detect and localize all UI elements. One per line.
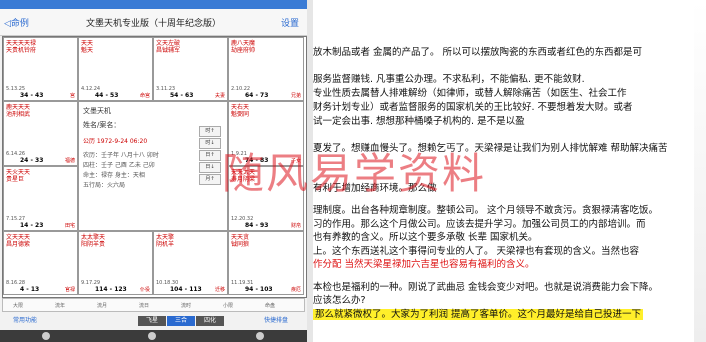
palace-range: 104 - 113 <box>170 286 202 293</box>
palace-name: 财帛 <box>290 223 301 229</box>
quick-chart-button[interactable]: 快捷排盘 <box>254 316 298 326</box>
doc-line: 试一定会出事. 想想那种桶嗓子机构的. 是不是以盈 <box>313 116 525 127</box>
palace-stars: 文天左破 昌钺辅军 <box>156 40 181 54</box>
palace-range: 64 - 73 <box>245 92 269 99</box>
scope-item[interactable]: 流时 <box>181 302 191 309</box>
palace-cell[interactable]: 鹿天天天 池刑相武 6.14.26 24 - 33 福德 <box>3 101 78 166</box>
palace-stars: 天天贪 钺同狼 <box>231 234 250 248</box>
app-title: 文墨天机专业版（十周年纪念版） <box>85 19 221 29</box>
palace-stars: 天右天 魁弼同 <box>231 104 250 118</box>
month-up-button[interactable]: 月↑ <box>199 174 221 185</box>
palace-name: 福德 <box>64 158 75 164</box>
tab-feixing[interactable]: 飞星 <box>138 316 166 326</box>
palace-stars: 天火天天 贵星巨 <box>6 169 31 183</box>
settings-button[interactable]: 设置 <box>281 16 299 29</box>
palace-name: 迁移 <box>214 287 225 293</box>
palace-cell[interactable]: 天天 魁天 4.12.24 44 - 53 命宫 <box>78 37 153 101</box>
palace-name: 官禄 <box>64 287 75 293</box>
palace-stars: 天天天天禄 天贵机铃府 <box>6 40 37 54</box>
palace-range: 44 - 53 <box>95 92 119 99</box>
palace-stars: 鹿八天魔 劫座府帅 <box>231 40 256 54</box>
palace-range: 94 - 103 <box>245 286 273 293</box>
scope-item[interactable]: 流月 <box>97 302 107 309</box>
palace-stars: 天天 魁天 <box>81 40 94 54</box>
palace-cell[interactable]: 鹿八天魔 劫座府帅 2.10.22 64 - 73 兄弟 <box>228 37 304 101</box>
doc-line: 应该怎么办? <box>313 295 366 306</box>
palace-name: 疾厄 <box>290 287 301 293</box>
scrollbar[interactable] <box>694 0 706 342</box>
doc-line: 习的作用。那么这个月做公司。应该去提升学习。加强公司员工的内部培训。而 <box>313 219 646 230</box>
time-scope-bar: 大限 流年 流月 流日 流时 小限 命盘 <box>2 298 305 312</box>
day-down-button[interactable]: 日↓ <box>199 162 221 173</box>
doc-line: 专业性质去属替人排难解纷（如律师，或替人解除痛苦（如医生、社会工作 <box>313 88 627 99</box>
palace-name: 仆役 <box>139 287 150 293</box>
doc-line: 上。这个东西送礼这个事得问专业的人了。 天梁禄也有套现的含义。当然也容 <box>313 246 640 257</box>
palace-range: 14 - 23 <box>20 222 44 229</box>
center-name: 姓名/案名： <box>83 121 121 129</box>
bottom-toolbar: 常用功能 飞星 三合 四化 快捷排盘 <box>0 314 307 328</box>
palace-cell[interactable]: 太太擎天 阳阴羊贵 9.17.29 114 - 123 仆役 <box>78 231 153 295</box>
center-line: 农历：壬子年 八月十八 卯时 <box>83 152 159 159</box>
palace-stars: 文天天天 昌月德紫 <box>6 234 31 248</box>
scope-item[interactable]: 小限 <box>223 302 233 309</box>
center-title: 文墨天机 <box>83 107 111 115</box>
nav-bar: ◁命例 文墨天机专业版（十周年纪念版） 设置 <box>0 9 307 36</box>
palace-name: 夫妻 <box>214 93 225 99</box>
palace-cell[interactable]: 天天天天禄 天贵机铃府 5.13.25 34 - 43 宫 <box>3 37 78 101</box>
taskbar-circle-icon[interactable] <box>42 332 50 340</box>
chart-center-info: 文墨天机 姓名/案名： 公历 1972-9-24 06:20 农历：壬子年 八月… <box>78 101 228 231</box>
day-up-button[interactable]: 日↑ <box>199 150 221 161</box>
doc-line-red: 作分配 当然天梁星禄加六吉星也容易有福利的含义。 <box>313 259 535 270</box>
watermark-text: 随风易学资料 <box>222 149 487 198</box>
window-titlebar <box>0 0 307 9</box>
palace-range: 4 - 13 <box>20 286 40 293</box>
palace-range: 24 - 33 <box>20 157 44 164</box>
palace-name: 兄弟 <box>290 93 301 99</box>
doc-line: 财务计划专业）或者监督服务的国家机关的王比较好. 不要想着发大财。或者 <box>313 102 633 113</box>
palace-cell[interactable]: 天火天天 贵星巨 7.15.27 14 - 23 田宅 <box>3 166 78 231</box>
doc-line: 本检也是福利的一种。刚说了武曲忌 金钱会变少对吧。也就是说消费能力会下降。 <box>313 282 659 293</box>
doc-line: 放木制品或者 金属的产品了。 所以可以摆放陶瓷的东西或者红色的东西都是可 <box>313 47 643 58</box>
hour-down-button[interactable]: 时↓ <box>199 138 221 149</box>
palace-cell[interactable]: 太天擎 阴机羊 10.18.30 104 - 113 迁移 <box>153 231 228 295</box>
doc-line: 也有养教的含义。所以这个要多承敬 长辈 国家机关。 <box>313 232 538 243</box>
doc-line-highlighted: 那么就紧微权了。大家为了利润 提高了客单价。这个月最好是给自己投进一下 <box>313 306 644 320</box>
palace-stars: 太天擎 阴机羊 <box>156 234 175 248</box>
scope-item[interactable]: 大限 <box>13 302 23 309</box>
taskbar <box>0 330 307 342</box>
taskbar-circle-icon[interactable] <box>256 332 264 340</box>
tab-sihua[interactable]: 四化 <box>196 316 224 326</box>
center-line: 五行局：火六局 <box>83 182 126 189</box>
palace-stars: 鹿天天天 池刑相武 <box>6 104 31 118</box>
scope-item[interactable]: 流日 <box>139 302 149 309</box>
palace-cell[interactable]: 文天天天 昌月德紫 8.16.28 4 - 13 官禄 <box>3 231 78 295</box>
scope-item[interactable]: 流年 <box>55 302 65 309</box>
scope-item[interactable]: 命盘 <box>265 302 275 309</box>
palace-range: 114 - 123 <box>95 286 127 293</box>
center-line: 命主：禄存 身主：天相 <box>83 172 145 179</box>
common-functions-button[interactable]: 常用功能 <box>8 316 42 326</box>
palace-name: 命宫 <box>139 93 150 99</box>
hour-up-button[interactable]: 时↑ <box>199 126 221 137</box>
center-date: 公历 1972-9-24 06:20 <box>83 138 148 145</box>
highlight-text: 那么就紧微权了。大家为了利润 提高了客单价。这个月最好是给自己投进一下 <box>313 309 644 320</box>
palace-range: 34 - 43 <box>20 92 44 99</box>
palace-name: 田宅 <box>64 223 75 229</box>
palace-cell[interactable]: 文天左破 昌钺辅军 3.11.23 54 - 63 夫妻 <box>153 37 228 101</box>
palace-range: 54 - 63 <box>170 92 194 99</box>
center-line: 四柱：壬子 己酉 乙未 己卯 <box>83 162 155 169</box>
palace-name: 宫 <box>69 93 75 99</box>
tab-sanhe[interactable]: 三合 <box>167 316 195 326</box>
palace-range: 84 - 93 <box>245 222 269 229</box>
palace-cell[interactable]: 天天贪 钺同狼 11.19.31 94 - 103 疾厄 <box>228 231 304 295</box>
doc-line: 理制度。出台各种规章制度。整顿公司。 这个月领导不敢贪污。贪狠禄清客吃饭。 <box>313 205 659 216</box>
taskbar-circle-icon[interactable] <box>148 332 156 340</box>
doc-line: 服务监督赚钱. 凡事重公办理。不求私利，不能偏私. 更不能敛财. <box>313 74 585 85</box>
palace-stars: 太太擎天 阳阴羊贵 <box>81 234 106 248</box>
